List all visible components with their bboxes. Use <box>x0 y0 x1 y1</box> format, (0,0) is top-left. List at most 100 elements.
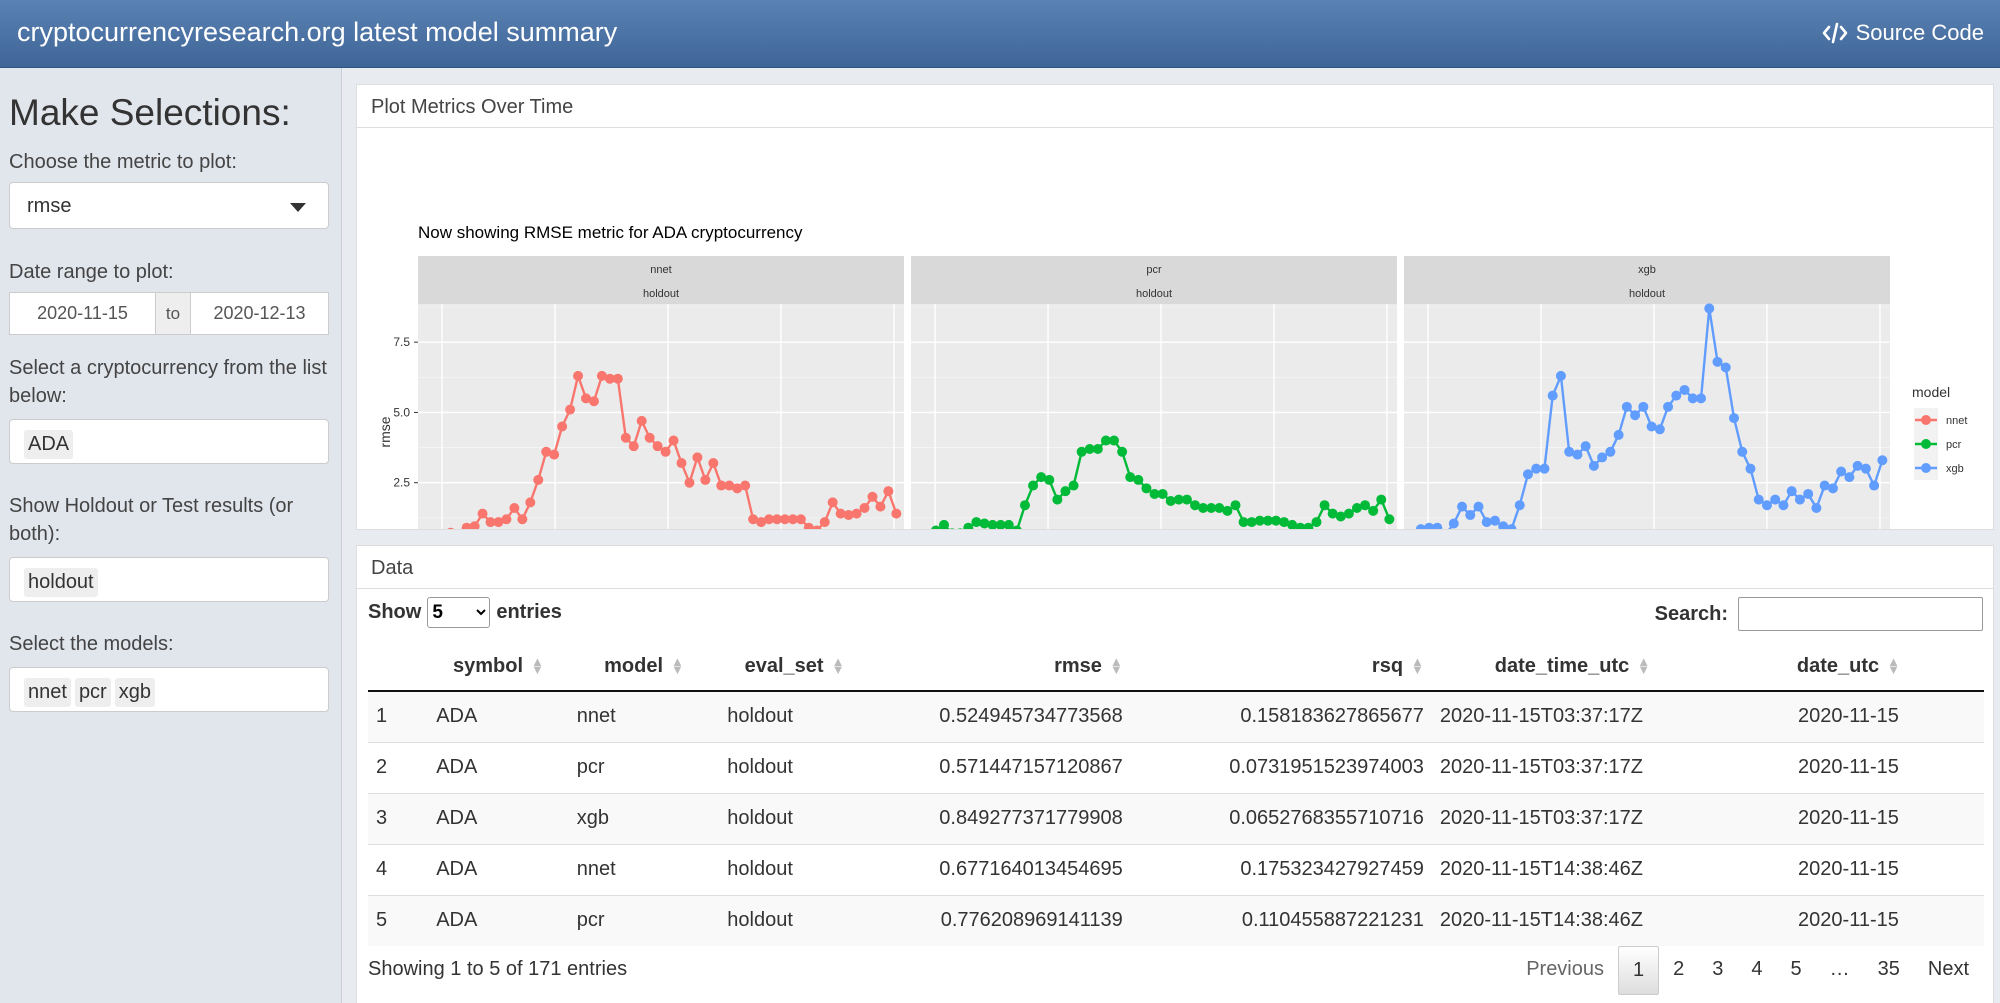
data-point <box>1836 466 1847 477</box>
page-button[interactable]: 5 <box>1777 946 1816 995</box>
table-cell: 3 <box>368 792 429 844</box>
legend-point <box>1921 439 1931 449</box>
legend-point <box>1921 415 1931 425</box>
data-point <box>1547 390 1558 401</box>
selected-tag[interactable]: holdout <box>24 568 98 597</box>
data-point <box>1360 500 1371 511</box>
page-button[interactable]: 35 <box>1864 946 1914 995</box>
data-point <box>1696 393 1707 404</box>
data-point <box>1465 510 1476 521</box>
page-button[interactable]: 1 <box>1618 946 1660 995</box>
column-header[interactable] <box>368 642 429 692</box>
selected-tag[interactable]: nnet <box>24 678 71 707</box>
data-point <box>1319 500 1330 511</box>
holdout-tags: holdout <box>20 558 98 597</box>
data-point <box>1869 480 1880 491</box>
data-point <box>1117 446 1128 457</box>
column-header-label: model <box>604 654 664 677</box>
sort-icon: ▲ ▼ <box>1109 654 1123 678</box>
data-point <box>740 480 751 491</box>
search-control: Search: <box>1655 597 1983 631</box>
data-point <box>1376 494 1387 505</box>
table-cell: xgb <box>568 792 720 844</box>
data-point <box>501 514 512 525</box>
data-point <box>1753 494 1764 505</box>
table-row[interactable]: 4 ADA nnet holdout 0.677164013454695 0.175323… <box>368 843 1984 895</box>
data-point <box>1638 401 1649 412</box>
column-header[interactable]: date_time_utc ▲ ▼ <box>1431 642 1713 692</box>
holdout-select[interactable]: holdout <box>9 557 329 602</box>
entries-label: entries <box>496 601 562 623</box>
sort-icon: ▲ ▼ <box>831 654 845 678</box>
page-button[interactable]: 4 <box>1737 946 1776 995</box>
data-point <box>883 486 894 497</box>
models-select[interactable]: nnet pcr xgb <box>9 667 329 712</box>
column-header-label: symbol <box>453 654 524 677</box>
selected-tag[interactable]: xgb <box>114 678 155 707</box>
table-cell: 2020-11-15T14:38:46Z <box>1431 894 1713 946</box>
search-input[interactable] <box>1738 597 1983 631</box>
page-length-select[interactable]: 5 <box>427 597 491 628</box>
date-start-input[interactable]: 2020-11-15 <box>9 292 156 335</box>
data-point <box>1572 449 1583 460</box>
column-header[interactable]: rmse ▲ ▼ <box>869 642 1131 692</box>
column-header[interactable]: model ▲ ▼ <box>568 642 720 692</box>
table-cell: holdout <box>719 843 870 895</box>
previous-button[interactable]: Previous <box>1512 946 1618 995</box>
data-point <box>573 370 584 381</box>
table-row[interactable]: 5 ADA pcr holdout 0.776208969141139 0.1104558… <box>368 894 1984 946</box>
table-cell: 2020-11-15 <box>1712 843 1984 895</box>
data-point <box>1019 500 1030 511</box>
data-point <box>644 432 655 443</box>
table-info: Showing 1 to 5 of 171 entries <box>368 958 628 980</box>
data-point <box>1092 443 1103 454</box>
data-point <box>1786 486 1797 497</box>
source-code-label: Source Code <box>1855 20 1984 45</box>
data-point <box>1794 494 1805 505</box>
data-point <box>1761 500 1772 511</box>
data-point <box>875 501 886 512</box>
facet-label: pcr <box>1146 264 1162 276</box>
next-button[interactable]: Next <box>1914 946 1983 995</box>
table-cell: 2020-11-15 <box>1712 741 1984 793</box>
data-panel-title: Data <box>357 546 1993 589</box>
data-point <box>1448 518 1459 529</box>
data-point <box>859 503 870 514</box>
crypto-select[interactable]: ADA <box>9 419 329 464</box>
table-cell: holdout <box>719 894 870 946</box>
page-button[interactable]: 2 <box>1659 946 1698 995</box>
table-cell: 2020-11-15T14:38:46Z <box>1431 843 1713 895</box>
date-end-input[interactable]: 2020-12-13 <box>190 292 329 335</box>
data-point <box>660 446 671 457</box>
table-row[interactable]: 3 ADA xgb holdout 0.849277371779908 0.0652768… <box>368 792 1984 844</box>
table-cell: 2020-11-15T03:37:17Z <box>1431 741 1713 793</box>
data-point <box>1712 356 1723 367</box>
legend-label: nnet <box>1946 415 1967 427</box>
data-point <box>1384 514 1395 525</box>
column-header[interactable]: symbol ▲ ▼ <box>428 642 569 692</box>
code-icon <box>1822 22 1847 44</box>
data-point <box>1654 424 1665 435</box>
data-point <box>517 514 528 525</box>
column-header-label: rsq <box>1371 654 1404 677</box>
source-code-link[interactable]: Source Code <box>1822 20 1984 46</box>
table-row[interactable]: 2 ADA pcr holdout 0.571447157120867 0.0731951… <box>368 741 1984 793</box>
data-point <box>1860 463 1871 474</box>
table-cell: holdout <box>719 690 870 742</box>
column-header[interactable]: eval_set ▲ ▼ <box>719 642 870 692</box>
data-point <box>1630 410 1641 421</box>
column-header[interactable]: rsq ▲ ▼ <box>1130 642 1432 692</box>
table-cell: ADA <box>428 792 569 844</box>
table-cell: 0.175323427927459 <box>1130 843 1432 895</box>
data-point <box>1489 515 1500 526</box>
selected-tag[interactable]: pcr <box>74 678 111 707</box>
selected-tag[interactable]: ADA <box>24 430 74 459</box>
data-point <box>1827 483 1838 494</box>
column-header[interactable]: date_utc ▲ ▼ <box>1712 642 1984 692</box>
data-point <box>549 449 560 460</box>
table-cell: pcr <box>568 894 720 946</box>
table-row[interactable]: 1 ADA nnet holdout 0.524945734773568 0.158183… <box>368 690 1984 742</box>
metric-select[interactable]: rmse <box>9 182 329 229</box>
data-panel: Data Show 5 entries Search: symbol ▲ ▼ mode… <box>356 545 1994 1003</box>
page-button[interactable]: 3 <box>1698 946 1737 995</box>
